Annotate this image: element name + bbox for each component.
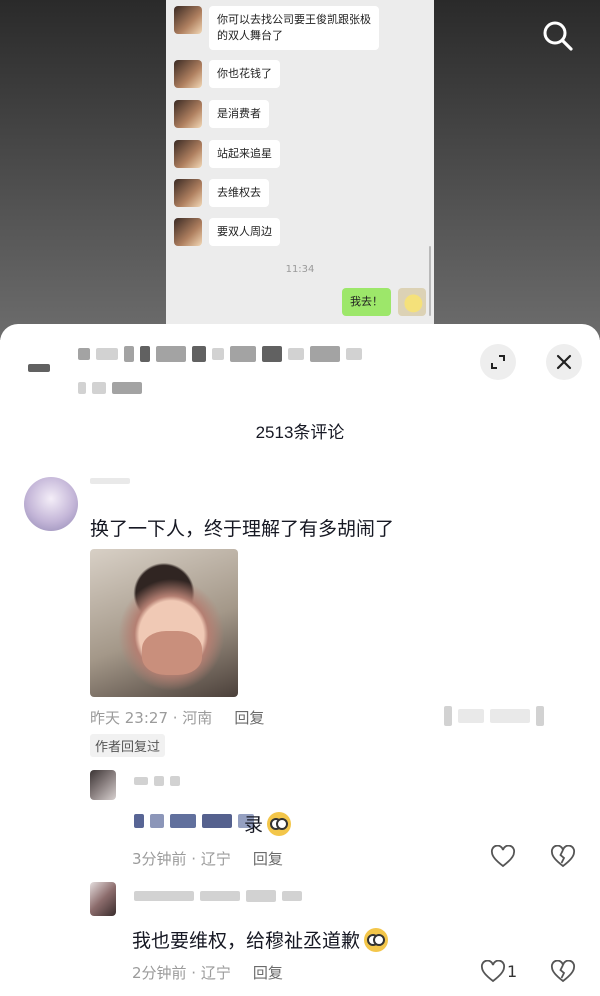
comment-meta: 昨天 23:27 · 河南 回复: [90, 707, 264, 728]
chat-message: 站起来追星: [174, 140, 280, 168]
scrollbar: [429, 246, 431, 316]
chat-bubble: 站起来追星: [209, 140, 280, 168]
chat-message-self: 我去！: [342, 288, 426, 316]
chat-bubble: 你也花钱了: [209, 60, 280, 88]
comments-sheet: 2513条评论 换了一下人，终于理解了有多胡闹了 昨天 23:27 · 河南 回复…: [0, 324, 600, 996]
chat-screenshot-image: 你可以去找公司要王俊凯跟张极 的双人舞台了 你也花钱了 是消费者 站起来追星 去…: [166, 0, 434, 330]
chat-message: 你可以去找公司要王俊凯跟张极 的双人舞台了: [174, 6, 379, 50]
heart-icon: [491, 844, 515, 868]
comment-count: 2513条评论: [255, 423, 345, 442]
chat-message: 去维权去: [174, 179, 269, 207]
avatar[interactable]: [90, 770, 116, 800]
broken-heart-icon: [551, 844, 575, 868]
broken-heart-icon: [551, 959, 575, 983]
username-blurred: [134, 890, 302, 902]
dislike-button[interactable]: [550, 959, 576, 988]
chat-timestamp: 11:34: [285, 264, 315, 275]
chat-message: 你也花钱了: [174, 60, 280, 88]
close-button[interactable]: [546, 344, 582, 380]
chat-message: 要双人周边: [174, 218, 280, 246]
avatar: [174, 100, 202, 128]
reply-time-location: 2分钟前 · 辽宁: [132, 964, 231, 982]
reply-meta: 2分钟前 · 辽宁 回复: [132, 962, 283, 983]
reply-text: 录: [244, 814, 264, 836]
reply-text-blurred: [134, 814, 254, 828]
avatar[interactable]: [24, 477, 78, 531]
tongue-emoji-icon: [364, 928, 389, 952]
reply-button[interactable]: 回复: [253, 964, 283, 982]
comment-time-location: 昨天 23:27 · 河南: [90, 709, 213, 727]
comment-text: 换了一下人，终于理解了有多胡闹了: [90, 518, 395, 540]
reply-text: 我也要维权，给穆祉丞道歉: [132, 930, 361, 952]
comment-image[interactable]: [90, 549, 238, 697]
chat-bubble: 我去！: [342, 288, 391, 316]
avatar: [174, 179, 202, 207]
expand-button[interactable]: [480, 344, 516, 380]
avatar: [174, 140, 202, 168]
tongue-emoji-icon: [267, 812, 292, 836]
close-icon: [556, 354, 572, 370]
search-button[interactable]: [538, 16, 578, 56]
video-title-blurred: [78, 346, 362, 362]
like-button[interactable]: [480, 959, 506, 988]
reply-time-location: 3分钟前 · 辽宁: [132, 850, 231, 868]
reply-text-line: 我也要维权，给穆祉丞道歉: [132, 926, 389, 953]
chat-bubble: 要双人周边: [209, 218, 280, 246]
reply-button[interactable]: 回复: [234, 709, 264, 727]
like-button[interactable]: [490, 844, 516, 873]
dislike-button[interactable]: [550, 844, 576, 873]
reply-button[interactable]: 回复: [253, 850, 283, 868]
like-count: 1: [507, 962, 518, 981]
avatar: [174, 6, 202, 34]
username-blurred: [134, 776, 180, 786]
search-icon: [543, 21, 573, 51]
video-title-blurred: [28, 364, 50, 372]
avatar: [398, 288, 426, 316]
like-area-blurred: [444, 706, 544, 726]
author-replied-tag[interactable]: 作者回复过: [90, 734, 166, 757]
chat-bubble: 你可以去找公司要王俊凯跟张极 的双人舞台了: [209, 6, 379, 50]
username-blurred: [90, 478, 130, 484]
heart-icon: [481, 959, 505, 983]
chat-message: 是消费者: [174, 100, 269, 128]
avatar: [174, 218, 202, 246]
reply-meta: 3分钟前 · 辽宁 回复: [132, 848, 283, 869]
video-subtitle-blurred: [78, 382, 142, 394]
avatar[interactable]: [90, 882, 116, 916]
avatar: [174, 60, 202, 88]
expand-icon: [491, 355, 505, 369]
chat-bubble: 去维权去: [209, 179, 269, 207]
reply-text-visible: 录: [244, 810, 292, 837]
chat-bubble: 是消费者: [209, 100, 269, 128]
